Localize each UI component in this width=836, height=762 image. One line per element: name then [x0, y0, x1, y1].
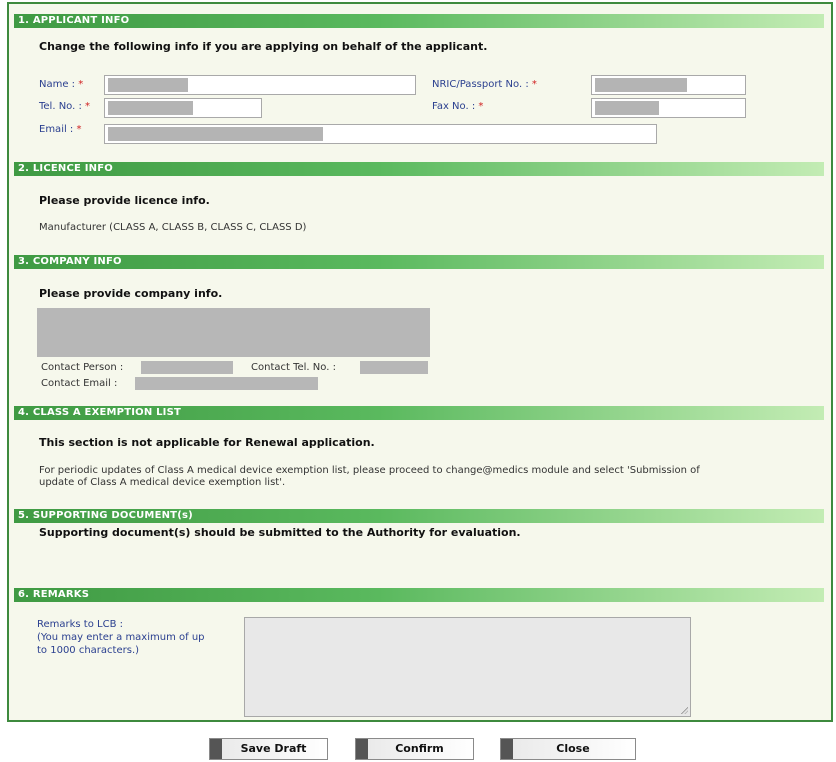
section-supporting-header: 5. SUPPORTING DOCUMENT(s) [14, 509, 824, 523]
close-button[interactable]: Close [500, 738, 636, 760]
required-mark: * [478, 101, 484, 112]
contact-tel-value [360, 361, 428, 374]
email-input[interactable] [104, 124, 657, 144]
remarks-label-line3: to 1000 characters.) [37, 645, 140, 656]
section-company-header: 3. COMPANY INFO [14, 255, 824, 269]
exemption-note-line2: update of Class A medical device exempti… [39, 477, 286, 488]
section-exemption-header: 4. CLASS A EXEMPTION LIST [14, 406, 824, 420]
applicant-instruction: Change the following info if you are app… [39, 40, 488, 53]
licence-type: Manufacturer (CLASS A, CLASS B, CLASS C,… [39, 222, 307, 233]
name-input[interactable] [104, 75, 416, 95]
fax-input[interactable] [591, 98, 746, 118]
required-mark: * [76, 124, 82, 135]
confirm-button[interactable]: Confirm [355, 738, 474, 760]
tel-input[interactable] [104, 98, 262, 118]
nric-label: NRIC/Passport No. : * [432, 79, 537, 90]
remarks-textarea[interactable] [244, 617, 691, 717]
required-mark: * [531, 79, 537, 90]
company-instruction: Please provide company info. [39, 287, 223, 300]
contact-tel-label: Contact Tel. No. : [251, 362, 336, 373]
contact-person-label: Contact Person : [41, 362, 124, 373]
tel-label: Tel. No. : * [39, 101, 91, 112]
nric-input[interactable] [591, 75, 746, 95]
supporting-instruction: Supporting document(s) should be submitt… [39, 526, 521, 539]
exemption-instruction: This section is not applicable for Renew… [39, 436, 375, 449]
contact-person-value [141, 361, 233, 374]
name-label: Name : * [39, 79, 84, 90]
company-details-block [37, 308, 430, 357]
required-mark: * [78, 79, 84, 90]
section-applicant-header: 1. APPLICANT INFO [14, 14, 824, 28]
resize-grip-icon[interactable] [681, 707, 688, 714]
section-remarks-header: 6. REMARKS [14, 588, 824, 602]
remarks-label-line2: (You may enter a maximum of up [37, 632, 205, 643]
required-mark: * [85, 101, 91, 112]
save-draft-button[interactable]: Save Draft [209, 738, 328, 760]
email-label: Email : * [39, 124, 82, 135]
contact-email-label: Contact Email : [41, 378, 118, 389]
fax-label: Fax No. : * [432, 101, 484, 112]
exemption-note-line1: For periodic updates of Class A medical … [39, 465, 700, 476]
licence-instruction: Please provide licence info. [39, 194, 210, 207]
section-licence-header: 2. LICENCE INFO [14, 162, 824, 176]
contact-email-value [135, 377, 318, 390]
remarks-label-line1: Remarks to LCB : [37, 619, 123, 630]
